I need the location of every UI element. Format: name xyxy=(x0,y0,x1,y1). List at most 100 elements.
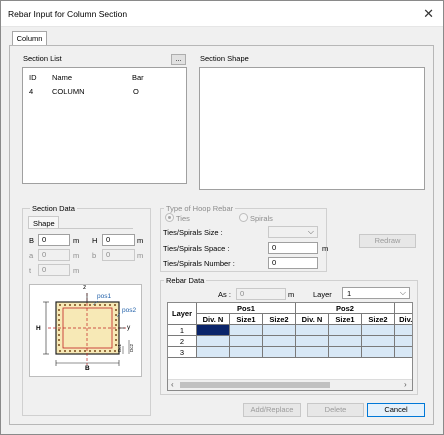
ties-space-unit: m xyxy=(322,244,329,253)
section-shape-canvas xyxy=(199,67,425,190)
row-header: 3 xyxy=(168,346,197,358)
section-list-more-button[interactable]: ... xyxy=(171,54,186,65)
spirals-label: Spirals xyxy=(250,214,273,223)
ties-number-input[interactable]: 0 xyxy=(268,257,318,269)
sub-header: Div. N xyxy=(196,313,230,325)
layer-select[interactable]: 1 ⌵ xyxy=(342,287,410,299)
h-label: H xyxy=(92,236,98,245)
col-header-bar: Bar xyxy=(132,73,144,82)
pos1-header: Pos1 xyxy=(196,303,296,314)
section-list: ID Name Bar 4 COLUMN O xyxy=(22,67,187,184)
table-cell[interactable] xyxy=(196,346,230,358)
a-unit: m xyxy=(73,251,80,260)
redraw-button[interactable]: Redraw xyxy=(359,234,416,248)
rebar-data-label: Rebar Data xyxy=(164,276,207,285)
table-row: 1 xyxy=(168,324,412,336)
ties-radio[interactable] xyxy=(165,213,174,222)
section-shape-label: Section Shape xyxy=(200,54,249,63)
b-input[interactable]: 0 xyxy=(38,234,70,246)
table-cell[interactable] xyxy=(394,335,412,347)
scrollbar-thumb[interactable] xyxy=(180,382,330,388)
bb-unit: m xyxy=(137,251,144,260)
diagram-dc1-label: Dc1 xyxy=(117,343,122,352)
table-cell[interactable] xyxy=(328,346,362,358)
table-cell[interactable] xyxy=(295,335,329,347)
spirals-radio[interactable] xyxy=(239,213,248,222)
table-cell[interactable] xyxy=(229,335,263,347)
diagram-dc2-label: Dc2 xyxy=(129,343,134,352)
ties-number-label: Ties/Spirals Number : xyxy=(163,259,235,268)
list-item[interactable]: 4 COLUMN O xyxy=(23,85,186,97)
col-header-id: ID xyxy=(29,73,37,82)
h-input[interactable]: 0 xyxy=(102,234,135,246)
shape-tab-label: Shape xyxy=(33,219,55,228)
table-cell[interactable] xyxy=(262,346,296,358)
as-input[interactable]: 0 xyxy=(236,288,286,300)
table-cell[interactable] xyxy=(295,324,329,336)
as-unit: m xyxy=(288,290,295,299)
table-cell[interactable] xyxy=(229,346,263,358)
b-unit: m xyxy=(73,236,80,245)
scroll-right-icon[interactable]: › xyxy=(404,380,407,389)
column-section-drawing xyxy=(43,293,130,366)
ties-label: Ties xyxy=(176,214,190,223)
sub-header: Size1 xyxy=(328,313,362,325)
as-label: As : xyxy=(218,290,231,299)
table-cell[interactable] xyxy=(394,324,412,336)
col-header-name: Name xyxy=(52,73,73,82)
tab-column[interactable]: Column xyxy=(12,31,47,46)
bb-input[interactable]: 0 xyxy=(102,249,135,261)
table-corner-header: Layer xyxy=(168,303,197,325)
title-bar: Rebar Input for Column Section ✕ xyxy=(1,1,443,27)
table-cell[interactable] xyxy=(196,335,230,347)
ties-size-select[interactable]: ⌵ xyxy=(268,226,318,238)
section-list-label: Section List xyxy=(23,54,62,63)
horizontal-scrollbar[interactable]: ‹ › xyxy=(168,379,412,390)
table-cell[interactable] xyxy=(394,346,412,358)
t-label: t xyxy=(29,266,32,275)
shape-tab[interactable]: Shape xyxy=(28,216,59,229)
sub-header: Size1 xyxy=(229,313,263,325)
sub-header: Div. N xyxy=(394,313,412,325)
table-row: 3 xyxy=(168,346,412,358)
pos3-header xyxy=(394,303,412,314)
table-cell[interactable] xyxy=(328,335,362,347)
bb-label: b xyxy=(92,251,97,260)
layer-select-value: 1 xyxy=(347,289,352,298)
table-cell[interactable] xyxy=(229,324,263,336)
add-replace-button[interactable]: Add/Replace xyxy=(243,403,301,417)
chevron-down-icon: ⌵ xyxy=(399,288,406,297)
table-cell[interactable] xyxy=(262,324,296,336)
table-cell[interactable] xyxy=(295,346,329,358)
layer-label: Layer xyxy=(313,290,332,299)
close-icon[interactable]: ✕ xyxy=(423,6,434,22)
table-cell[interactable] xyxy=(328,324,362,336)
chevron-down-icon: ⌵ xyxy=(307,227,314,236)
diagram-h-label: H xyxy=(36,325,41,332)
table-cell[interactable] xyxy=(361,346,395,358)
diagram-pos2-label: pos2 xyxy=(122,307,137,314)
ties-space-input[interactable]: 0 xyxy=(268,242,318,254)
shape-tab-underline xyxy=(59,228,133,229)
t-unit: m xyxy=(73,266,80,275)
table-cell[interactable] xyxy=(361,335,395,347)
table-cell[interactable] xyxy=(262,335,296,347)
delete-button[interactable]: Delete xyxy=(307,403,364,417)
list-item-id: 4 xyxy=(29,87,34,96)
section-diagram: z y pos1 pos2 H B Dc1 Dc2 xyxy=(29,284,142,377)
t-input[interactable]: 0 xyxy=(38,264,70,276)
h-unit: m xyxy=(137,236,144,245)
ties-size-label: Ties/Spirals Size : xyxy=(163,228,223,237)
scroll-left-icon[interactable]: ‹ xyxy=(171,380,174,389)
hoop-rebar-label: Type of Hoop Rebar xyxy=(164,204,236,213)
diagram-pos1-label: pos1 xyxy=(97,293,112,300)
list-item-name: COLUMN xyxy=(52,87,85,96)
a-input[interactable]: 0 xyxy=(38,249,70,261)
column-tab-panel: Section List ... ID Name Bar 4 COLUMN O … xyxy=(9,45,434,425)
cancel-button[interactable]: Cancel xyxy=(367,403,425,417)
sub-header: Size2 xyxy=(361,313,395,325)
window-title: Rebar Input for Column Section xyxy=(8,9,128,19)
table-cell[interactable] xyxy=(361,324,395,336)
table-cell[interactable] xyxy=(196,324,230,336)
row-header: 2 xyxy=(168,335,197,347)
